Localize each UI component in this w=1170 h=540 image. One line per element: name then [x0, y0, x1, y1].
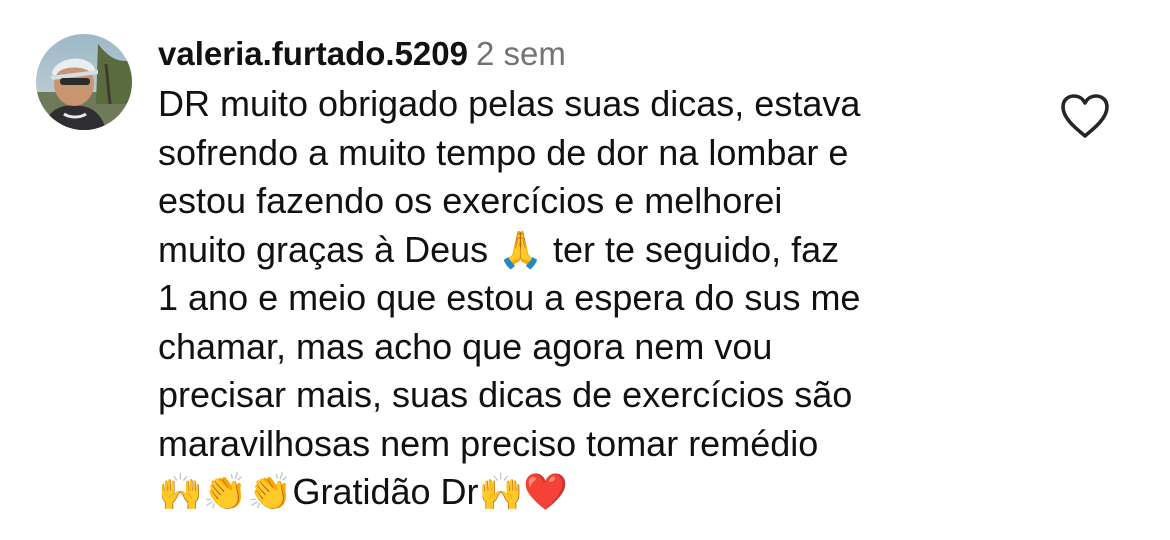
heart-outline-icon: [1061, 94, 1109, 138]
comment-line: precisar mais, suas dicas de exercícios …: [158, 374, 853, 415]
comment-line: muito graças à Deus 🙏 ter te seguido, fa…: [158, 228, 840, 270]
comment-line: estou fazendo os exercícios e melhorei: [158, 180, 783, 221]
comment-line: 🙌👏👏Gratidão Dr🙌❤️: [158, 471, 569, 512]
comment-line: chamar, mas acho que agora nem vou: [158, 325, 773, 367]
comment-line: DR muito obrigado pelas suas dicas, esta…: [158, 83, 861, 124]
comment-text: DR muito obrigado pelas suas dicas, esta…: [158, 80, 1028, 517]
comment-line: 1 ano e meio que estou a espera do sus m…: [158, 277, 861, 318]
avatar[interactable]: [36, 34, 132, 130]
comment-line: maravilhosas nem preciso tomar remédio: [158, 422, 819, 464]
comment-content: valeria.furtado.5209 2 sem DR muito obrig…: [158, 28, 1028, 517]
username-link[interactable]: valeria.furtado.5209: [158, 35, 468, 72]
timestamp: 2 sem: [476, 35, 566, 72]
comment-header: valeria.furtado.5209 2 sem: [158, 28, 1028, 80]
comment-item: valeria.furtado.5209 2 sem DR muito obrig…: [0, 0, 1170, 540]
like-button[interactable]: [1059, 92, 1111, 140]
avatar-photo: [36, 34, 132, 130]
comment-line: sofrendo a muito tempo de dor na lombar …: [158, 131, 849, 173]
